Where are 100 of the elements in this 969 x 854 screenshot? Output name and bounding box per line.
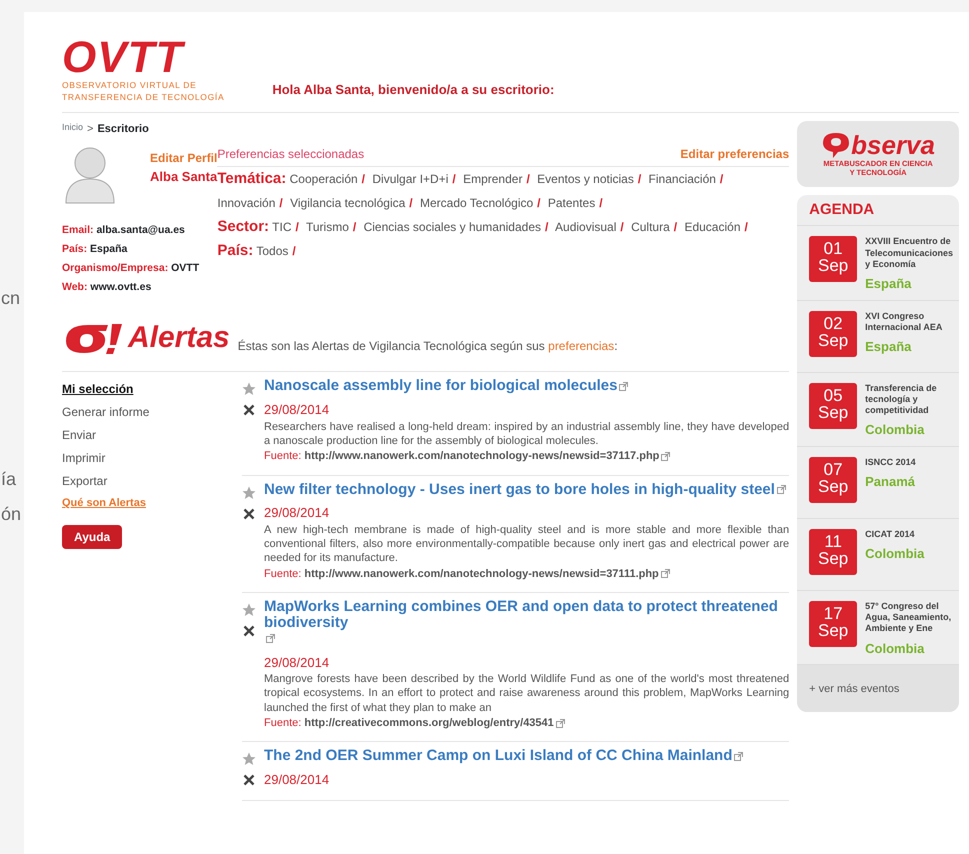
close-icon[interactable] [243, 774, 255, 786]
field-label: Email: [62, 224, 94, 236]
event-country: España [865, 338, 912, 356]
preference-label: País: [217, 242, 254, 259]
separator: / [362, 172, 366, 186]
source-label: Fuente: [264, 716, 302, 729]
event-day: 17 [809, 604, 858, 622]
separator: / [537, 196, 541, 210]
event-month: Sep [817, 622, 850, 639]
event-country: Colombia [865, 640, 926, 658]
preferences-title: Preferencias seleccionadas [217, 146, 364, 163]
preference-item: Educación [684, 220, 740, 234]
background-text: cn [1, 287, 20, 310]
menu-link[interactable]: Generar informe [62, 403, 242, 422]
source-label: Fuente: [264, 568, 302, 580]
preference-item: Innovación [217, 196, 276, 210]
event-month: Sep [817, 550, 850, 567]
observa-logo-icon [821, 130, 852, 159]
breadcrumb-link[interactable]: Inicio [62, 120, 84, 138]
star-icon[interactable] [242, 486, 256, 500]
preference-item: Cultura [631, 220, 670, 234]
intro-text: Éstas son las Alertas de Vigilancia Tecnológica según sus preferencias: [238, 338, 618, 356]
event-country: Panamá [865, 473, 916, 492]
observa-logo-text: bserva [851, 132, 935, 158]
menu-link[interactable]: Enviar [62, 426, 242, 444]
preference-item: Ciencias sociales y humanidades [364, 220, 541, 234]
field-label: Organismo/Empresa: [62, 262, 168, 274]
alert-title-link[interactable]: The 2nd OER Summer Camp on Luxi Island of CC China Mainland [264, 748, 732, 764]
preference-item: Mercado Tecnológico [420, 196, 534, 210]
event-title-link[interactable]: CICAT 2014 [865, 528, 924, 540]
star-icon[interactable] [242, 603, 256, 618]
breadcrumb-link[interactable]: Escritorio [97, 120, 149, 138]
event-day: 07 [809, 460, 858, 478]
event-title-link[interactable]: XVI Congreso Internacional AEA [865, 310, 953, 334]
event-title-link[interactable]: XXVIII Encuentro de Telecomunicaciones y Economía [865, 236, 953, 270]
event-month: Sep [817, 257, 850, 274]
star-icon[interactable] [242, 382, 256, 396]
event-day: 01 [809, 240, 858, 258]
preference-label: Temática: [217, 170, 286, 187]
menu-link[interactable]: Mi selección [62, 380, 242, 398]
logo-subtitle: OBSERVATORIO VIRTUAL DE [62, 80, 198, 92]
separator: / [292, 244, 296, 258]
separator: / [296, 220, 299, 234]
field-value: www.ovtt.es [90, 281, 152, 294]
source-link[interactable]: http://www.nanowerk.com/nanotechnology-news/newsid=37111.php [304, 568, 659, 580]
preference-label: Sector: [217, 218, 270, 235]
alert-description: Researchers have realised a long-held dream: inspired by an industrial assembly line, they have developed a nanoscale production line for the assembly of biological molecules. [264, 420, 790, 448]
preference-item: Financiación [648, 172, 716, 186]
external-link-icon [776, 485, 786, 494]
star-icon[interactable] [242, 752, 256, 766]
event-country: Colombia [865, 421, 926, 440]
event-title-link[interactable]: ISNCC 2014 [865, 456, 916, 468]
preference-item: Audiovisual [555, 220, 616, 234]
close-icon[interactable] [243, 508, 255, 520]
menu-link[interactable]: Exportar [62, 472, 242, 490]
separator: / [674, 220, 678, 234]
field-value: España [90, 243, 128, 256]
separator: / [744, 220, 748, 234]
external-link-icon [556, 718, 565, 728]
event-month: Sep [817, 478, 850, 495]
event-month: Sep [817, 332, 850, 349]
preference-item: Emprender [463, 172, 522, 186]
event-title-link[interactable]: Transferencia de tecnología y competitividad [865, 382, 953, 416]
preference-item: Cooperación [290, 172, 358, 186]
alert-title-link[interactable]: MapWorks Learning combines OER and open data to protect threatened biodiversity [264, 599, 790, 631]
logo-subtitle: TRANSFERENCIA DE TECNOLOGÍA [62, 92, 224, 104]
field-label: Web: [62, 281, 88, 294]
preference-item: TIC [272, 220, 292, 234]
background-text: ía [1, 468, 16, 491]
alert-title-link[interactable]: Nanoscale assembly line for biological molecules [264, 378, 618, 394]
preference-item: Vigilancia tecnológica [290, 196, 406, 210]
alert-title-link[interactable]: New filter technology - Uses inert gas to bore holes in high-quality steel [264, 482, 775, 498]
separator: / [620, 220, 624, 234]
field-value: OVTT [171, 262, 200, 274]
source-label: Fuente: [264, 450, 302, 462]
close-icon[interactable] [243, 404, 255, 416]
source-link[interactable]: http://creativecommons.org/weblog/entry/43541 [304, 716, 554, 729]
alert-date: 29/08/2014 [264, 504, 330, 522]
profile-name: Alba Santa [150, 168, 218, 186]
event-month: Sep [817, 404, 850, 421]
alert-date: 29/08/2014 [264, 771, 330, 790]
source-link[interactable]: http://www.nanowerk.com/nanotechnology-news/newsid=37117.php [304, 450, 660, 462]
external-link-icon [734, 752, 744, 761]
field-value: alba.santa@ua.es [96, 224, 185, 236]
greeting: Hola Alba Santa, bienvenido/a a su escritorio: [272, 81, 554, 100]
event-title-link[interactable]: 57° Congreso del Agua, Saneamiento, Ambiente y Ene [865, 600, 953, 635]
more-events-link[interactable]: + ver más eventos [809, 683, 900, 696]
close-icon[interactable] [243, 625, 255, 638]
help-button[interactable]: Ayuda [62, 524, 122, 549]
logo[interactable]: OVTT [62, 36, 224, 80]
external-link-icon [619, 382, 628, 391]
preference-item: Turismo [306, 220, 349, 234]
alerts-logo-text: Alertas [128, 323, 230, 354]
external-link-icon [660, 569, 670, 578]
menu-link[interactable]: Imprimir [62, 449, 242, 468]
event-country: Colombia [865, 545, 924, 564]
separator: / [545, 220, 548, 234]
background-text: ón [1, 503, 22, 526]
event-day: 11 [809, 532, 858, 550]
preference-item: Divulgar I+D+i [372, 172, 448, 186]
